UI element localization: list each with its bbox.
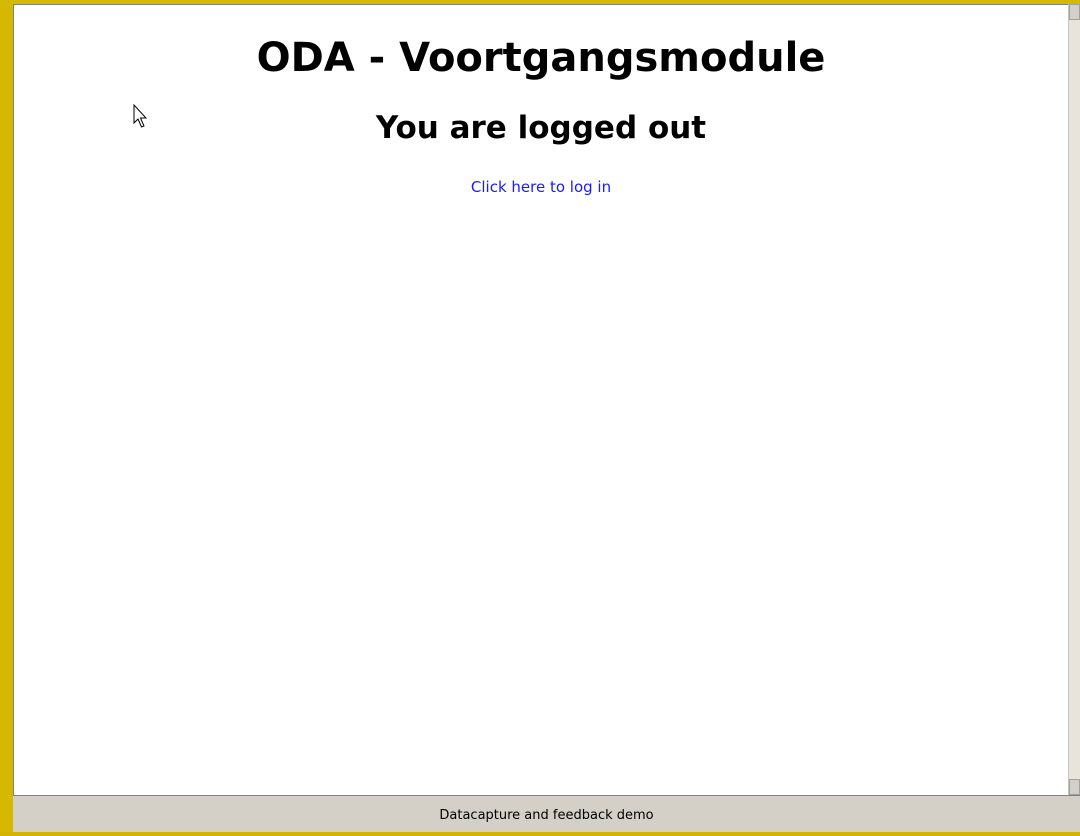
logged-out-heading: You are logged out	[375, 110, 707, 146]
window-frame: ODA - Voortgangsmodule You are logged ou…	[0, 0, 1080, 832]
status-text: Datacapture and feedback demo	[439, 808, 654, 823]
login-link[interactable]: Click here to log in	[14, 178, 1068, 196]
scroll-down-arrow-icon[interactable]	[1069, 779, 1080, 795]
status-bar: Datacapture and feedback demo	[13, 795, 1080, 832]
page-content: ODA - Voortgangsmodule You are logged ou…	[13, 4, 1068, 795]
page-title: ODA - Voortgangsmodule	[256, 35, 826, 81]
mouse-pointer-icon	[133, 104, 148, 128]
scroll-up-arrow-icon[interactable]	[1069, 4, 1080, 20]
vertical-scrollbar[interactable]	[1068, 4, 1080, 795]
